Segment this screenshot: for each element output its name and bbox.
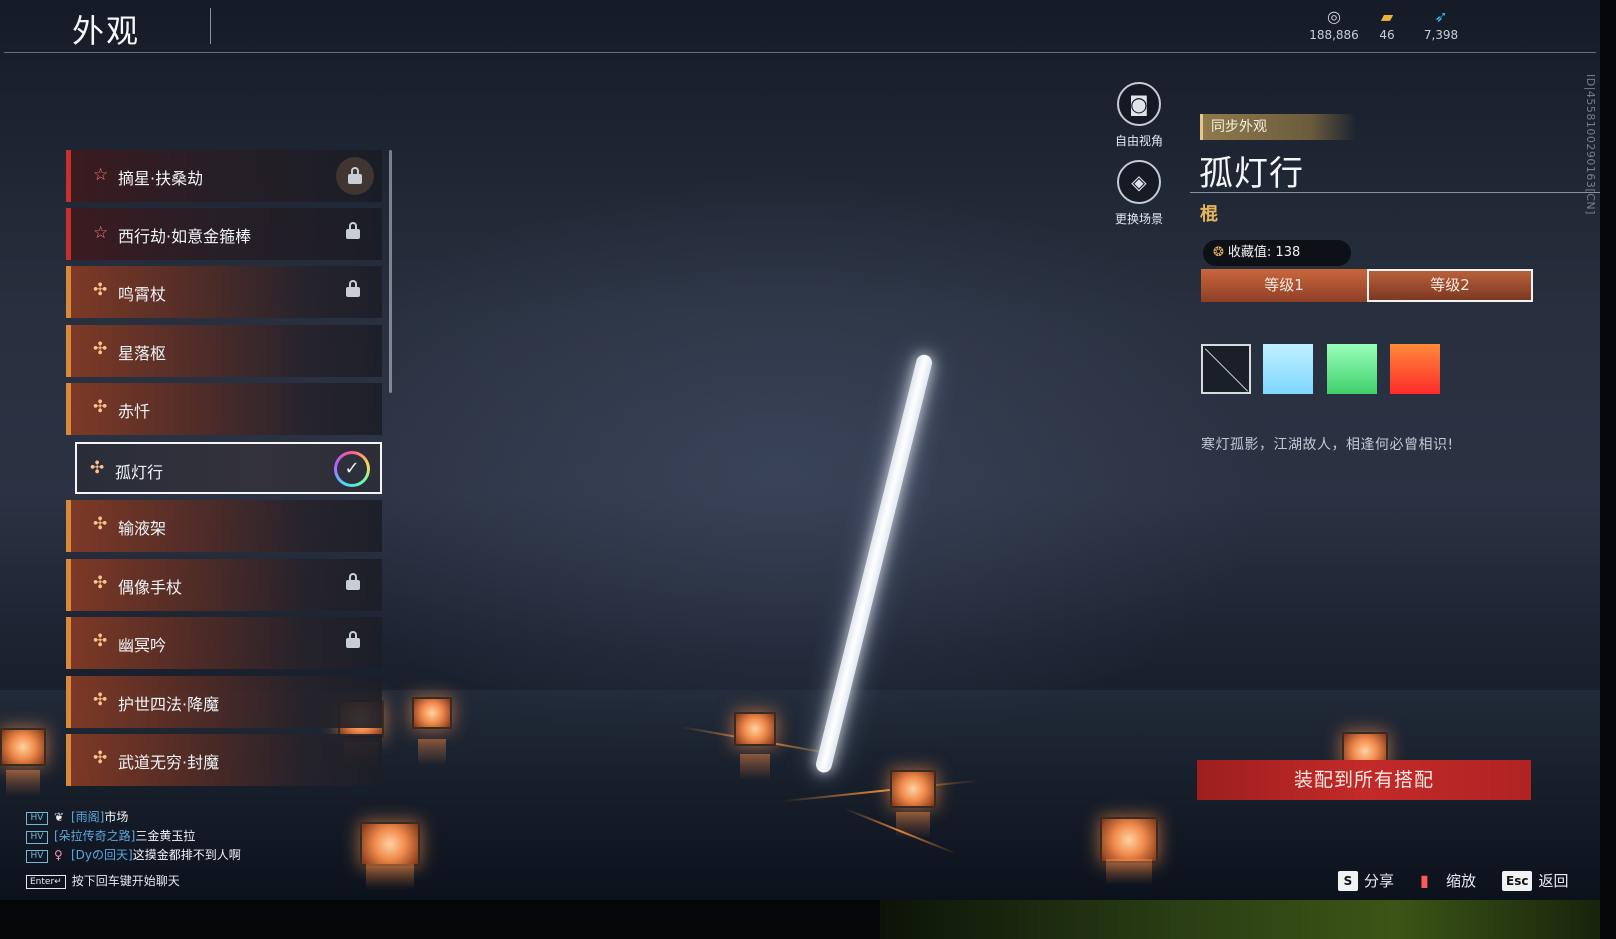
flower-icon: ✣	[93, 339, 108, 359]
free-view-button[interactable]: ◙ 自由视角	[1104, 82, 1174, 149]
bottom-strip	[0, 900, 1616, 939]
level-1-button[interactable]: 等级1	[1201, 269, 1367, 302]
change-scene-button[interactable]: ◈ 更换场景	[1104, 160, 1174, 227]
chat-channel-badge: HV	[26, 850, 48, 863]
level-2-button[interactable]: 等级2	[1367, 269, 1533, 302]
lantern	[360, 822, 420, 890]
lantern	[890, 770, 936, 838]
mouse-icon: ▮	[1420, 871, 1429, 890]
player-id: ID|4558100290163[CN]	[1584, 74, 1597, 215]
flower-icon: ✣	[93, 748, 108, 768]
chat-channel-badge: HV	[26, 831, 48, 844]
flower-icon: ✣	[93, 514, 108, 534]
lock-icon	[346, 280, 360, 298]
lock-icon	[346, 573, 360, 591]
list-scrollbar[interactable]	[389, 150, 392, 393]
key-esc: Esc	[1502, 871, 1533, 891]
equipped-check-icon: ✓	[334, 451, 370, 487]
item-type: 棍	[1200, 204, 1218, 225]
item-title: 孤灯行	[1199, 154, 1304, 194]
back-hotkey[interactable]: Esc 返回	[1502, 870, 1568, 891]
flower-icon: ✣	[93, 397, 108, 417]
lock-icon	[346, 631, 360, 649]
key-s: S	[1338, 871, 1358, 891]
chat-message: HV [朵拉传奇之路]三金黄玉拉	[26, 827, 346, 846]
list-item[interactable]: ✣ 鸣霄杖	[66, 266, 382, 318]
page-title: 外观	[72, 12, 141, 50]
collection-icon: ❂	[1213, 245, 1224, 260]
flower-icon: ✣	[90, 458, 105, 478]
lock-badge	[336, 157, 374, 195]
guild-icon: ❦	[54, 810, 65, 824]
chat-message: HV ❦ [雨阁]市场	[26, 808, 346, 827]
title-divider-line	[1190, 192, 1600, 193]
header: 外观 ◎ 188,886 ▰ 46 ➶ 7,398	[0, 0, 1600, 54]
lantern	[734, 712, 776, 780]
lantern	[412, 697, 452, 765]
color-swatch-none[interactable]	[1201, 344, 1251, 394]
color-swatch-cyan[interactable]	[1263, 344, 1313, 394]
flower-icon: ✣	[93, 280, 108, 300]
flower-icon: ✣	[93, 690, 108, 710]
list-item[interactable]: ☆ 西行劫·如意金箍棒	[66, 208, 382, 260]
list-item[interactable]: ✣ 偶像手杖	[66, 559, 382, 611]
list-item-selected[interactable]: ✣ 孤灯行 ✓	[75, 442, 382, 494]
color-swatch-green[interactable]	[1327, 344, 1377, 394]
list-item[interactable]: ✣ 赤忏	[66, 383, 382, 435]
lantern	[0, 728, 46, 796]
sync-appearance-tag[interactable]: 同步外观	[1200, 114, 1356, 140]
list-item[interactable]: ✣ 幽冥吟	[66, 617, 382, 669]
list-item[interactable]: ✣ 星落枢	[66, 325, 382, 377]
feather-icon: ➶	[1434, 7, 1448, 26]
title-divider	[210, 8, 211, 44]
cube-icon: ◈	[1117, 160, 1161, 204]
item-description: 寒灯孤影，江湖故人，相逢何必曾相识!	[1201, 437, 1454, 453]
share-hotkey[interactable]: S 分享	[1338, 870, 1394, 891]
appearance-list[interactable]: ☆ 摘星·扶桑劫 ☆ 西行劫·如意金箍棒 ✣ 鸣霄杖 ✣ 星落枢 ✣ 赤忏 ✣ …	[66, 150, 386, 800]
equip-all-button[interactable]: 装配到所有搭配	[1197, 760, 1531, 800]
chat-message: HV ♀ [Dyの回天]这摸金都排不到人啊	[26, 846, 346, 865]
camera-icon: ◙	[1117, 82, 1161, 126]
chat-channel-badge: HV	[26, 812, 48, 825]
collection-value: ❂ 收藏值: 138	[1203, 240, 1351, 266]
flower-icon: ✣	[93, 631, 108, 651]
zoom-hotkey[interactable]: ▮ 缩放	[1420, 870, 1476, 891]
color-swatch-red[interactable]	[1390, 344, 1440, 394]
currency-feathers: ➶ 7,398	[1409, 7, 1473, 43]
enter-key-icon: Enter↵	[26, 875, 66, 889]
list-item[interactable]: ☆ 摘星·扶桑劫	[66, 150, 382, 202]
header-divider	[4, 52, 1596, 53]
list-item[interactable]: ✣ 护世四法·降魔	[66, 676, 382, 728]
chat-input-hint[interactable]: Enter↵ 按下回车键开始聊天	[26, 872, 180, 889]
star-icon: ☆	[93, 223, 109, 243]
female-icon: ♀	[54, 848, 63, 862]
lantern	[1100, 817, 1158, 885]
star-icon: ☆	[93, 165, 109, 185]
list-item[interactable]: ✣ 武道无穷·封魔	[66, 734, 382, 786]
lock-icon	[348, 167, 362, 185]
right-strip	[1600, 0, 1616, 939]
lock-icon	[346, 222, 360, 240]
flower-icon: ✣	[93, 573, 108, 593]
chat-panel[interactable]: HV ❦ [雨阁]市场 HV [朵拉传奇之路]三金黄玉拉 HV ♀ [Dyの回天]这摸金都…	[26, 808, 346, 865]
list-item[interactable]: ✣ 输液架	[66, 500, 382, 552]
